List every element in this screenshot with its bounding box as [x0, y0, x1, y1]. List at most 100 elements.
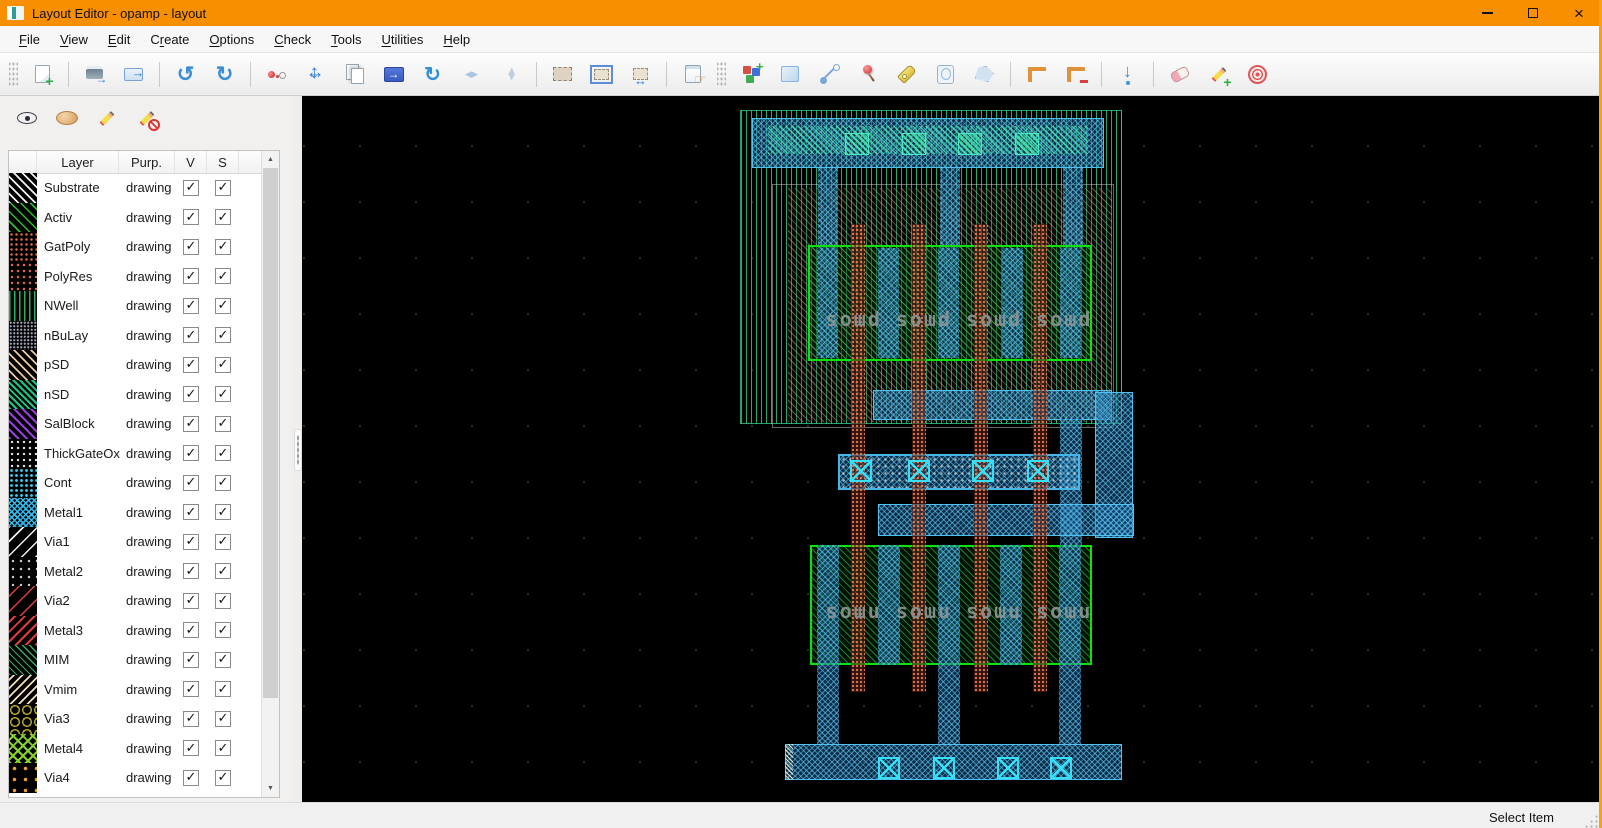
- mirror-horizontal-button[interactable]: [452, 58, 491, 91]
- layer-select-checkbox[interactable]: ✓: [215, 445, 231, 462]
- layer-swatch[interactable]: [9, 527, 37, 557]
- layer-select-checkbox[interactable]: ✓: [215, 563, 231, 580]
- layer-swatch[interactable]: [9, 645, 37, 675]
- select-region-button[interactable]: [543, 58, 582, 91]
- layer-row[interactable]: Substrate drawing ✓ ✓: [9, 173, 262, 203]
- redo-button[interactable]: [205, 58, 244, 91]
- layer-select-checkbox[interactable]: ✓: [215, 268, 231, 285]
- measure-tool-button[interactable]: [1017, 58, 1056, 91]
- layer-select-checkbox[interactable]: ✓: [215, 238, 231, 255]
- pin-tool-button[interactable]: [848, 58, 887, 91]
- layer-select-checkbox[interactable]: ✓: [215, 415, 231, 432]
- edit-layer-button[interactable]: [92, 103, 122, 133]
- layer-swatch[interactable]: [9, 379, 37, 409]
- minimize-button[interactable]: [1464, 0, 1510, 26]
- layer-row[interactable]: Via3 drawing ✓ ✓: [9, 704, 262, 734]
- record-target-button[interactable]: [1238, 58, 1277, 91]
- eraser-tool-button[interactable]: [1160, 58, 1199, 91]
- copy-button[interactable]: [335, 58, 374, 91]
- layer-select-checkbox[interactable]: ✓: [215, 297, 231, 314]
- layer-swatch[interactable]: [9, 468, 37, 498]
- menu-help[interactable]: Help: [433, 28, 480, 51]
- layer-swatch[interactable]: [9, 409, 37, 439]
- layer-select-checkbox[interactable]: ✓: [215, 533, 231, 550]
- mirror-vertical-button[interactable]: [491, 58, 530, 91]
- layer-row[interactable]: Via1 drawing ✓ ✓: [9, 527, 262, 557]
- layer-row[interactable]: PolyRes drawing ✓ ✓: [9, 261, 262, 291]
- layer-visible-checkbox[interactable]: ✓: [183, 622, 199, 639]
- layer-row[interactable]: MIM drawing ✓ ✓: [9, 645, 262, 675]
- layer-select-checkbox[interactable]: ✓: [215, 209, 231, 226]
- layer-visible-checkbox[interactable]: ✓: [183, 533, 199, 550]
- zoom-selection-button[interactable]: [621, 58, 660, 91]
- print-button[interactable]: [75, 58, 114, 91]
- menu-options[interactable]: Options: [199, 28, 264, 51]
- layer-visible-checkbox[interactable]: ✓: [183, 356, 199, 373]
- layer-visible-checkbox[interactable]: ✓: [183, 445, 199, 462]
- label-tool-button[interactable]: [887, 58, 926, 91]
- menu-utilities[interactable]: Utilities: [371, 28, 433, 51]
- layer-swatch[interactable]: [9, 763, 37, 793]
- layer-swatch[interactable]: [9, 615, 37, 645]
- layer-visible-checkbox[interactable]: ✓: [183, 563, 199, 580]
- layer-visible-checkbox[interactable]: ✓: [183, 209, 199, 226]
- layer-swatch[interactable]: [9, 232, 37, 262]
- layer-select-checkbox[interactable]: ✓: [215, 474, 231, 491]
- edit-disabled-button[interactable]: [132, 103, 162, 133]
- new-file-button[interactable]: [23, 58, 62, 91]
- merge-down-button[interactable]: [1108, 58, 1147, 91]
- layer-visible-checkbox[interactable]: ✓: [183, 769, 199, 786]
- rectangle-tool-button[interactable]: [770, 58, 809, 91]
- menu-view[interactable]: View: [50, 28, 98, 51]
- undo-button[interactable]: [166, 58, 205, 91]
- layer-visible-checkbox[interactable]: ✓: [183, 386, 199, 403]
- polygon-tool-button[interactable]: [965, 58, 1004, 91]
- properties-form-button[interactable]: [673, 58, 712, 91]
- layer-swatch[interactable]: [9, 733, 37, 763]
- layer-swatch[interactable]: [9, 704, 37, 734]
- layer-select-checkbox[interactable]: ✓: [215, 386, 231, 403]
- layer-visible-checkbox[interactable]: ✓: [183, 179, 199, 196]
- layer-select-checkbox[interactable]: ✓: [215, 651, 231, 668]
- layer-visible-checkbox[interactable]: ✓: [183, 327, 199, 344]
- layer-row[interactable]: Via2 drawing ✓ ✓: [9, 586, 262, 616]
- layer-row[interactable]: Metal4 drawing ✓ ✓: [9, 733, 262, 763]
- layer-row[interactable]: Cont drawing ✓ ✓: [9, 468, 262, 498]
- menu-check[interactable]: Check: [264, 28, 321, 51]
- layer-select-checkbox[interactable]: ✓: [215, 769, 231, 786]
- layer-swatch[interactable]: [9, 586, 37, 616]
- layer-visible-checkbox[interactable]: ✓: [183, 238, 199, 255]
- rotate-button[interactable]: [413, 58, 452, 91]
- layer-swatch[interactable]: [9, 497, 37, 527]
- layer-select-checkbox[interactable]: ✓: [215, 681, 231, 698]
- layer-row[interactable]: ThickGateOx drawing ✓ ✓: [9, 438, 262, 468]
- layer-swatch[interactable]: [9, 438, 37, 468]
- layer-row[interactable]: GatPoly drawing ✓ ✓: [9, 232, 262, 262]
- layer-visible-checkbox[interactable]: ✓: [183, 504, 199, 521]
- layer-select-checkbox[interactable]: ✓: [215, 327, 231, 344]
- layer-visible-checkbox[interactable]: ✓: [183, 710, 199, 727]
- toolbar-grip[interactable]: [9, 61, 18, 87]
- move-into-button[interactable]: [374, 58, 413, 91]
- layer-select-checkbox[interactable]: ✓: [215, 356, 231, 373]
- circle-tool-button[interactable]: [926, 58, 965, 91]
- layer-visible-checkbox[interactable]: ✓: [183, 415, 199, 432]
- panel-splitter[interactable]: [292, 96, 302, 802]
- layer-select-checkbox[interactable]: ✓: [215, 740, 231, 757]
- select-all-button[interactable]: [582, 58, 621, 91]
- title-bar[interactable]: Layout Editor - opamp - layout ×: [0, 0, 1602, 26]
- layer-row[interactable]: Metal1 drawing ✓ ✓: [9, 497, 262, 527]
- layer-select-checkbox[interactable]: ✓: [215, 504, 231, 521]
- layer-row[interactable]: NWell drawing ✓ ✓: [9, 291, 262, 321]
- line-tool-button[interactable]: [809, 58, 848, 91]
- layer-row[interactable]: Activ drawing ✓ ✓: [9, 202, 262, 232]
- splitter-handle[interactable]: [294, 429, 302, 471]
- layer-scrollbar[interactable]: ▲ ▼: [261, 151, 279, 797]
- draw-add-tool-button[interactable]: [1199, 58, 1238, 91]
- layer-swatch[interactable]: [9, 556, 37, 586]
- layer-visible-checkbox[interactable]: ✓: [183, 297, 199, 314]
- scroll-up-icon[interactable]: ▲: [262, 151, 279, 168]
- trace-point-button[interactable]: [257, 58, 296, 91]
- layer-row[interactable]: nSD drawing ✓ ✓: [9, 379, 262, 409]
- layer-swatch[interactable]: [9, 320, 37, 350]
